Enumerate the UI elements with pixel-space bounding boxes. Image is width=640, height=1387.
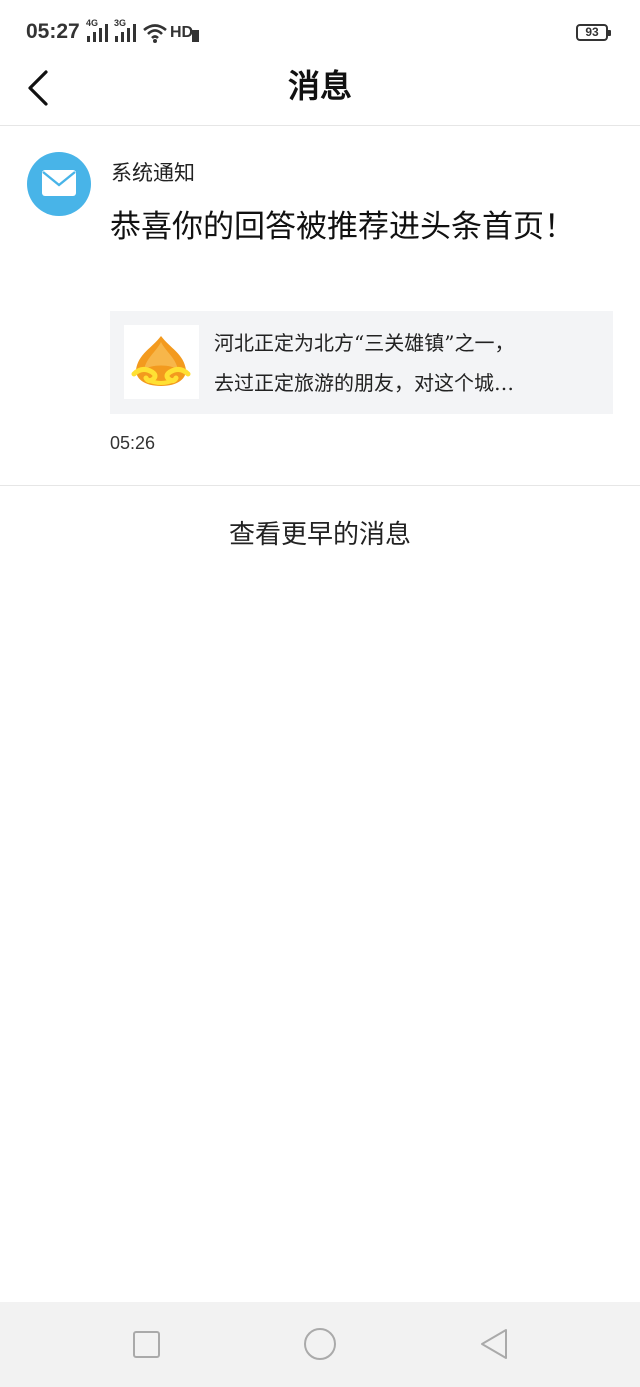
- message-item[interactable]: 系统通知 恭喜你的回答被推荐进头条首页！ 河北正定为北方“三关雄镇”之一， 去过…: [0, 127, 640, 486]
- article-thumbnail: [124, 325, 199, 399]
- signal-4g-icon: 4G: [86, 18, 110, 44]
- load-earlier-button[interactable]: 查看更早的消息: [0, 505, 640, 565]
- system-back-button[interactable]: [474, 1324, 514, 1364]
- message-time: 05:26: [110, 433, 156, 453]
- status-time: 05:27: [26, 20, 80, 43]
- article-preview-text: 河北正定为北方“三关雄镇”之一， 去过正定旅游的朋友，对这个城…: [214, 323, 599, 403]
- preview-line-1: 河北正定为北方“三关雄镇”之一，: [214, 331, 515, 355]
- avatar: [27, 152, 91, 216]
- battery-icon: 93: [576, 24, 611, 41]
- hd-icon: HD: [170, 22, 200, 44]
- recent-apps-button[interactable]: [126, 1324, 166, 1364]
- preview-line-2: 去过正定旅游的朋友，对这个城…: [214, 371, 514, 395]
- screen: 05:27 4G 3G HD 93 消息 系统通知 恭喜你的回答被推荐进头条首页…: [0, 0, 640, 1387]
- circle-icon: [304, 1328, 336, 1360]
- square-icon: [133, 1331, 160, 1358]
- triangle-icon: [481, 1329, 507, 1359]
- home-button[interactable]: [300, 1324, 340, 1364]
- status-bar: 05:27 4G 3G HD 93: [0, 0, 640, 62]
- article-preview-card[interactable]: 河北正定为北方“三关雄镇”之一， 去过正定旅游的朋友，对这个城…: [110, 311, 613, 414]
- wifi-icon: [142, 22, 168, 44]
- page-title: 消息: [287, 67, 352, 105]
- system-nav-bar: [0, 1302, 640, 1387]
- mail-icon: [42, 170, 76, 196]
- message-title: 恭喜你的回答被推荐进头条首页！: [110, 209, 575, 245]
- nav-bar: 消息: [0, 62, 640, 126]
- signal-3g-icon: 3G: [114, 18, 138, 44]
- sender-name: 系统通知: [111, 161, 195, 185]
- logo-icon: [131, 336, 191, 386]
